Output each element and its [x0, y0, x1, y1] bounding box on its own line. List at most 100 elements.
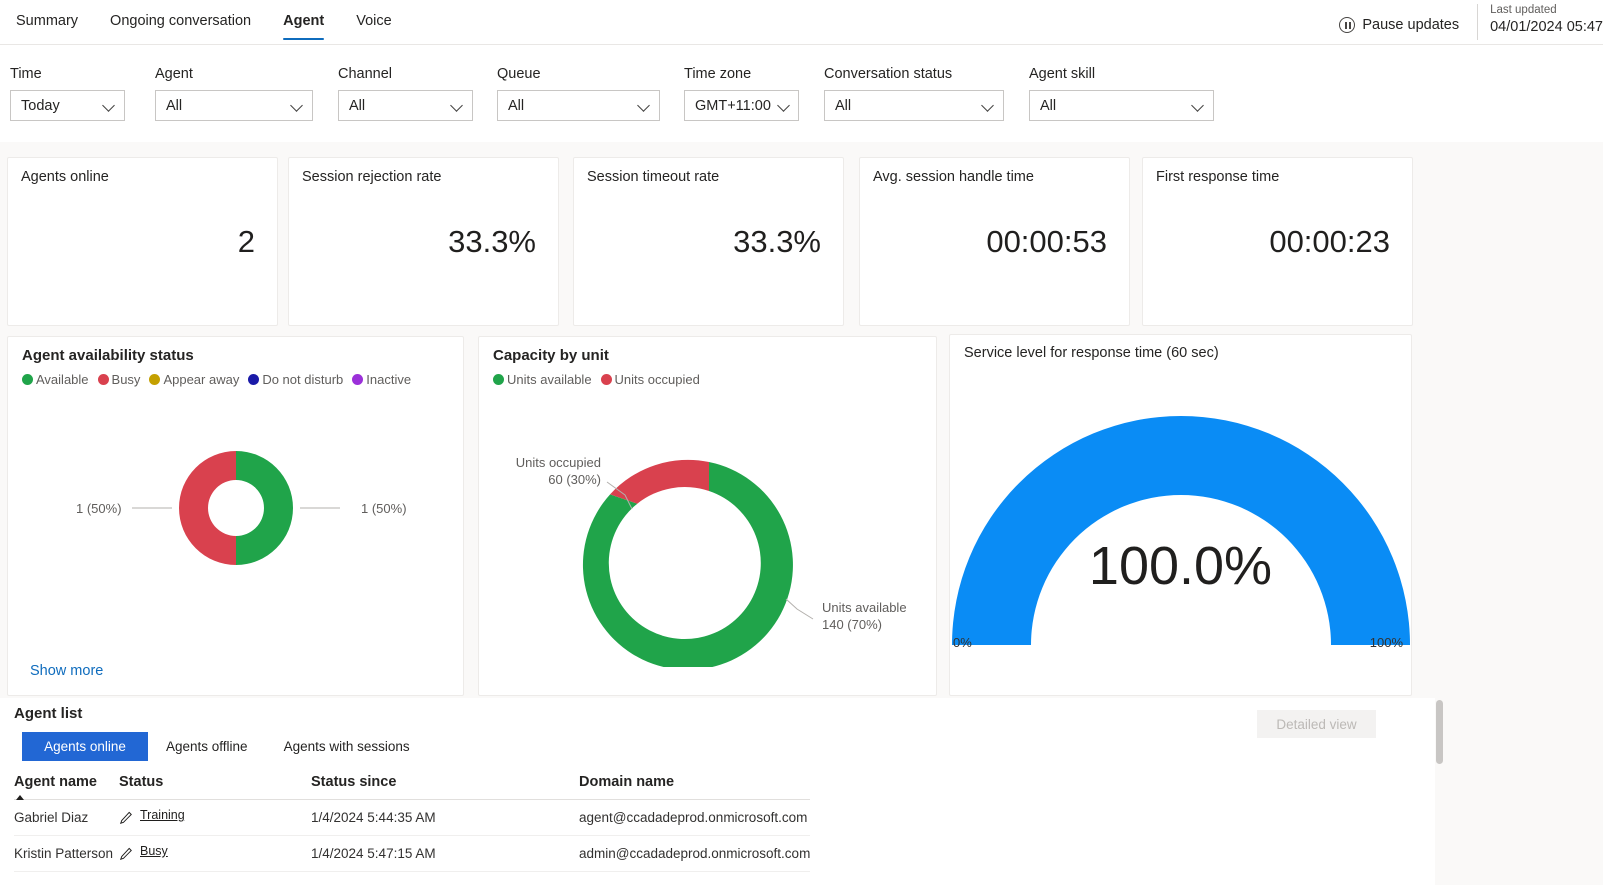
filter-time-zone-label: Time zone: [684, 66, 752, 82]
legend-item-do-not-disturb[interactable]: Do not disturb: [248, 372, 343, 387]
filter-agent-select[interactable]: All: [155, 90, 313, 121]
top-tab-bar: Summary Ongoing conversation Agent Voice…: [0, 0, 1603, 45]
filter-agent-skill-select[interactable]: All: [1029, 90, 1214, 121]
capacity-label-occupied-value: 60 (30%): [548, 472, 601, 487]
service-level-gauge-chart: [952, 416, 1410, 645]
filter-conversation-status-label: Conversation status: [824, 66, 953, 82]
legend-item-appear-away[interactable]: Appear away: [149, 372, 239, 387]
legend-item-units-available[interactable]: Units available: [493, 372, 592, 387]
legend-label-do-not-disturb: Do not disturb: [262, 372, 344, 387]
legend-dot-busy: [97, 374, 109, 385]
tab-voice-label: Voice: [356, 13, 392, 29]
donut-slice-units-occupied[interactable]: [610, 459, 709, 504]
kpi-session-timeout-rate-value: 33.3%: [733, 223, 821, 259]
legend-dot-appear-away: [149, 374, 161, 385]
filter-conversation-status: Conversation status All: [824, 66, 1004, 121]
tab-agent[interactable]: Agent: [267, 0, 340, 45]
chevron-down-icon: [292, 100, 303, 111]
column-header-status-label: Status: [119, 774, 164, 790]
tab-summary[interactable]: Summary: [0, 0, 94, 45]
kpi-session-rejection-rate-title: Session rejection rate: [302, 169, 442, 185]
filter-conversation-status-select[interactable]: All: [824, 90, 1004, 121]
agent-list-panel: Agent list Agents online Agents offline …: [0, 698, 1435, 885]
pivot-agents-with-sessions[interactable]: Agents with sessions: [266, 732, 428, 761]
filter-bar: Time Today Agent All Channel All Queue A…: [0, 45, 1603, 142]
legend-dot-units-available: [493, 374, 504, 385]
kpi-avg-session-handle-time-value: 00:00:53: [986, 223, 1107, 259]
filter-time-select[interactable]: Today: [10, 90, 125, 121]
legend-item-inactive[interactable]: Inactive: [352, 372, 411, 387]
column-header-domain-name-label: Domain name: [579, 774, 675, 790]
kpi-agents-online: Agents online 2: [7, 157, 278, 326]
pause-updates-button[interactable]: Pause updates: [1339, 14, 1477, 36]
gauge-arc-fill: [952, 416, 1410, 645]
cell-domain-name: agent@ccadadeprod.onmicrosoft.com: [579, 799, 811, 836]
detailed-view-button[interactable]: Detailed view: [1257, 710, 1376, 738]
pause-icon: [1339, 17, 1356, 33]
edit-pencil-icon[interactable]: [119, 846, 133, 862]
legend-dot-units-occupied: [600, 374, 612, 385]
vertical-scrollbar[interactable]: [1435, 698, 1444, 885]
kpi-session-timeout-rate-title: Session timeout rate: [587, 169, 720, 185]
agent-availability-title: Agent availability status: [22, 347, 194, 364]
cell-status-since: 1/4/2024 5:47:15 AM: [311, 835, 579, 872]
dashboard-page: Summary Ongoing conversation Agent Voice…: [0, 0, 1603, 885]
pivot-agents-online[interactable]: Agents online: [22, 732, 148, 761]
card-capacity-by-unit: Capacity by unit Units available Units o…: [478, 336, 937, 696]
filter-agent-skill-value: All: [1040, 97, 1057, 114]
kpi-session-timeout-rate: Session timeout rate 33.3%: [573, 157, 844, 326]
donut-slice-available[interactable]: [236, 451, 293, 565]
tab-voice[interactable]: Voice: [340, 0, 407, 45]
donut-label-busy-value: 1 (50%): [76, 501, 122, 516]
filter-time-zone: Time zone GMT+11:00: [684, 66, 799, 121]
legend-item-available[interactable]: Available: [22, 372, 89, 387]
filter-agent-value: All: [166, 97, 183, 114]
filter-queue-value: All: [508, 97, 525, 114]
status-cell-wrapper: Training: [119, 808, 311, 826]
tab-summary-label: Summary: [16, 13, 79, 29]
column-header-domain-name[interactable]: Domain name: [579, 774, 811, 800]
chevron-down-icon: [639, 100, 650, 111]
donut-slice-busy[interactable]: [179, 451, 236, 565]
filter-time-zone-value: GMT+11:00: [695, 97, 771, 114]
kpi-first-response-time-title: First response time: [1156, 169, 1280, 185]
card-service-level: Service level for response time (60 sec)…: [949, 334, 1412, 696]
filter-time-zone-select[interactable]: GMT+11:00: [684, 90, 799, 121]
last-updated-label: Last updated: [1490, 4, 1557, 16]
pivot-agents-offline-label: Agents offline: [166, 739, 248, 754]
show-more-link[interactable]: Show more: [30, 663, 103, 679]
tab-list: Summary Ongoing conversation Agent Voice: [0, 0, 408, 45]
legend-label-available: Available: [36, 372, 89, 387]
legend-item-busy[interactable]: Busy: [97, 372, 140, 387]
cell-agent-name: Kristin Patterson: [14, 835, 119, 872]
cell-status-since: 1/4/2024 5:44:35 AM: [311, 799, 579, 836]
capacity-label-occupied-name: Units occupied: [515, 455, 601, 470]
sort-ascending-icon: [16, 795, 24, 800]
tab-ongoing-conversation[interactable]: Ongoing conversation: [94, 0, 267, 45]
pivot-agents-with-sessions-label: Agents with sessions: [283, 739, 410, 754]
status-value-link[interactable]: Busy: [140, 844, 168, 858]
table-header-row: Agent name Status Status since Domain na…: [14, 774, 811, 800]
filter-queue-select[interactable]: All: [497, 90, 660, 121]
cell-agent-name: Gabriel Diaz: [14, 799, 119, 836]
legend-item-units-occupied[interactable]: Units occupied: [600, 372, 700, 387]
edit-pencil-icon[interactable]: [119, 810, 133, 826]
table-row[interactable]: Gabriel Diaz Training 1/4/2024 5:44:35 A…: [14, 799, 811, 836]
legend-label-inactive: Inactive: [366, 372, 412, 387]
table-row[interactable]: Kristin Patterson Busy 1/4/2024 5:47:15 …: [14, 835, 811, 872]
column-header-status-since[interactable]: Status since: [311, 774, 579, 800]
chevron-down-icon: [104, 100, 115, 111]
filter-channel-value: All: [349, 97, 366, 114]
column-header-agent-name-label: Agent name: [14, 774, 97, 790]
status-value-link[interactable]: Training: [140, 808, 185, 822]
filter-channel-select[interactable]: All: [338, 90, 473, 121]
pivot-agents-offline[interactable]: Agents offline: [148, 732, 266, 761]
cell-status: Busy: [119, 835, 311, 872]
filter-queue: Queue All: [497, 66, 660, 121]
capacity-label-available-name: Units available: [822, 600, 907, 615]
card-agent-availability-status: Agent availability status Available Busy…: [7, 336, 464, 696]
column-header-agent-name[interactable]: Agent name: [14, 774, 119, 800]
column-header-status[interactable]: Status: [119, 774, 311, 800]
scrollbar-thumb[interactable]: [1436, 700, 1443, 764]
capacity-legend: Units available Units occupied: [493, 372, 700, 387]
